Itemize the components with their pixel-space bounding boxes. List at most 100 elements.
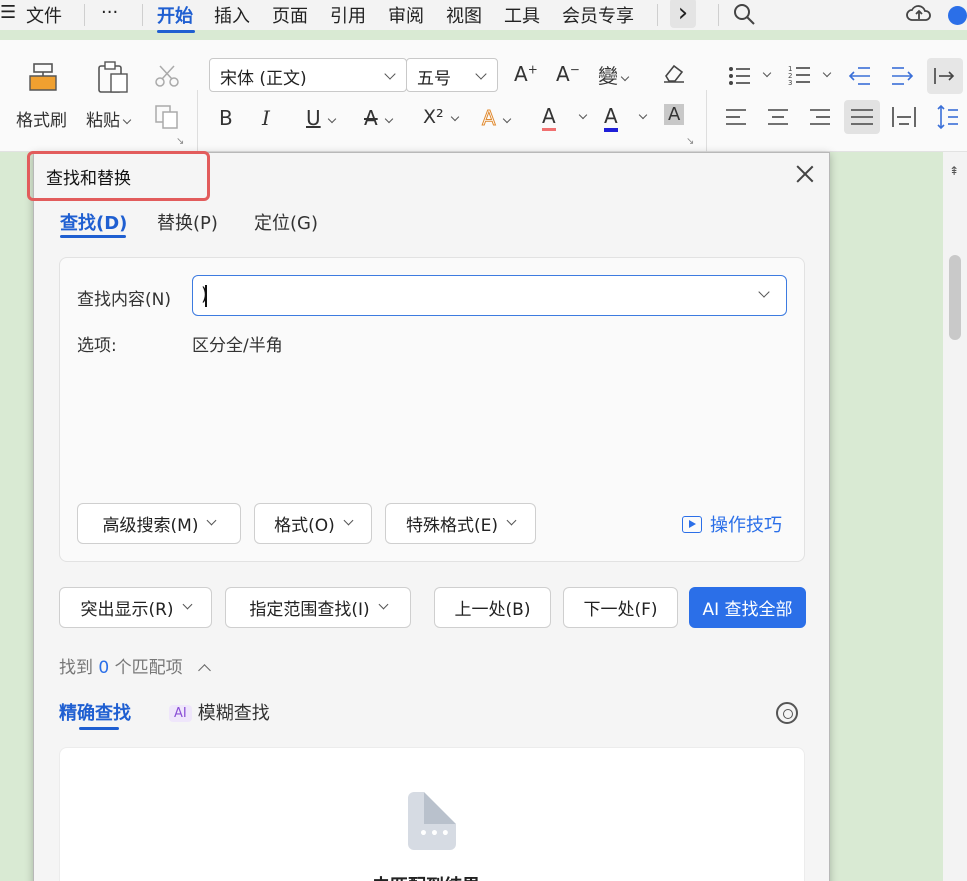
- chevron-down-icon[interactable]: [822, 68, 832, 78]
- menu-bar: ☰ 文件 ··· 开始 插入 页面 引用 审阅 视图 工具 会员专享 ›: [0, 0, 967, 33]
- highlight-glyph: A: [542, 104, 556, 128]
- increase-indent-icon[interactable]: [890, 66, 914, 86]
- tab-goto[interactable]: 定位(G): [254, 209, 318, 235]
- more-icon[interactable]: ···: [101, 2, 118, 23]
- text-effect-glyph: A: [482, 106, 497, 131]
- tab-exact-find[interactable]: 精确查找: [59, 699, 131, 725]
- options-value: 区分全/半角: [192, 336, 283, 356]
- tab-page[interactable]: 页面: [272, 2, 308, 28]
- format-painter-label[interactable]: 格式刷: [16, 106, 67, 131]
- tips-label: 操作技巧: [710, 515, 782, 536]
- match-count-suffix: 个匹配项: [114, 658, 183, 678]
- distribute-icon[interactable]: [892, 106, 916, 128]
- clear-format-icon[interactable]: [662, 62, 686, 84]
- chevron-down-icon: [506, 515, 517, 526]
- text-direction-button[interactable]: [927, 58, 963, 94]
- chevron-down-icon: [620, 72, 630, 82]
- font-name-select[interactable]: 宋体 (正文): [209, 58, 407, 92]
- highlight-button[interactable]: 突出显示(R): [59, 587, 212, 628]
- copy-icon[interactable]: [154, 104, 180, 130]
- menu-file[interactable]: 文件: [26, 2, 62, 28]
- tab-references[interactable]: 引用: [330, 2, 366, 28]
- font-name-value: 宋体 (正文): [220, 69, 307, 89]
- special-format-label: 特殊格式(E): [405, 516, 498, 536]
- svg-text:3: 3: [788, 79, 792, 86]
- text-effect-icon[interactable]: A: [482, 106, 511, 131]
- match-count-prefix: 找到: [59, 658, 93, 678]
- paste-label[interactable]: 粘贴: [86, 106, 132, 131]
- justify-button[interactable]: [844, 100, 880, 134]
- tips-link[interactable]: 操作技巧: [682, 511, 782, 537]
- tab-home[interactable]: 开始: [157, 2, 193, 28]
- find-next-button[interactable]: 下一处(F): [563, 587, 678, 628]
- chevron-down-icon: [207, 515, 217, 526]
- increase-font-icon[interactable]: A+: [514, 62, 538, 86]
- text-caret: [205, 285, 207, 307]
- clipboard-expand-icon[interactable]: ↘: [176, 136, 184, 147]
- chevron-down-icon[interactable]: [578, 110, 588, 120]
- phonetic-guide-icon[interactable]: 變: [598, 60, 630, 89]
- cut-icon[interactable]: [154, 64, 180, 88]
- tab-review[interactable]: 审阅: [388, 2, 424, 28]
- special-format-button[interactable]: 特殊格式(E): [385, 503, 536, 544]
- hamburger-icon[interactable]: ☰: [0, 2, 16, 23]
- strikethrough-icon[interactable]: A: [364, 106, 393, 130]
- gear-icon[interactable]: [776, 702, 798, 724]
- advanced-search-button[interactable]: 高级搜索(M): [77, 503, 241, 544]
- highlight-label: 突出显示(R): [80, 600, 174, 620]
- underline-glyph: U: [306, 106, 321, 130]
- chevron-down-icon: [378, 599, 389, 610]
- bold-icon[interactable]: B: [219, 106, 233, 130]
- chevron-down-icon: [502, 114, 511, 124]
- chevron-down-icon: [122, 115, 132, 125]
- align-right-icon[interactable]: [810, 108, 832, 126]
- character-shading-icon[interactable]: A: [664, 104, 685, 125]
- user-avatar[interactable]: [948, 6, 967, 25]
- superscript-glyph: X²: [423, 106, 444, 128]
- font-color-icon[interactable]: A: [604, 104, 618, 132]
- find-previous-button[interactable]: 上一处(B): [434, 587, 551, 628]
- italic-icon[interactable]: I: [262, 106, 270, 130]
- close-icon[interactable]: [794, 163, 816, 185]
- line-spacing-icon[interactable]: [936, 104, 960, 130]
- underline-icon[interactable]: U: [306, 106, 336, 130]
- font-expand-icon[interactable]: ↘: [686, 136, 694, 147]
- decrease-indent-icon[interactable]: [848, 66, 872, 86]
- cloud-upload-icon[interactable]: [906, 2, 932, 24]
- tab-member[interactable]: 会员专享: [562, 2, 634, 28]
- font-size-select[interactable]: 五号: [406, 58, 498, 92]
- find-all-button[interactable]: AI 查找全部: [689, 587, 806, 628]
- tab-insert[interactable]: 插入: [214, 2, 250, 28]
- numbered-list-icon[interactable]: 1 2 3: [788, 64, 812, 86]
- superscript-icon[interactable]: X²: [423, 106, 459, 128]
- chevron-down-icon[interactable]: [762, 68, 772, 78]
- paste-icon[interactable]: [96, 60, 130, 94]
- chevron-down-icon[interactable]: [758, 286, 770, 298]
- menu-separator: [718, 4, 719, 26]
- tab-fuzzy-find[interactable]: AI 模糊查找: [169, 699, 270, 725]
- decrease-font-icon[interactable]: A−: [556, 62, 580, 86]
- tab-view[interactable]: 视图: [446, 2, 482, 28]
- chevron-down-icon: [450, 112, 459, 122]
- tab-tools[interactable]: 工具: [504, 2, 540, 28]
- chevron-down-icon[interactable]: [638, 110, 648, 120]
- highlight-color-icon[interactable]: A: [542, 104, 556, 131]
- dialog-title: 查找和替换: [46, 169, 131, 189]
- search-icon[interactable]: [733, 3, 755, 25]
- scroll-thumb[interactable]: [949, 255, 961, 340]
- tab-find[interactable]: 查找(D): [60, 209, 127, 235]
- empty-document-icon: •••: [408, 792, 456, 850]
- range-find-button[interactable]: 指定范围查找(I): [225, 587, 411, 628]
- align-center-icon[interactable]: [768, 108, 790, 126]
- chevron-up-icon[interactable]: [198, 664, 211, 677]
- format-button[interactable]: 格式(O): [254, 503, 372, 544]
- tab-replace[interactable]: 替换(P): [157, 209, 218, 235]
- align-left-icon[interactable]: [726, 108, 748, 126]
- format-painter-icon[interactable]: [26, 62, 60, 94]
- find-content-label: 查找内容(N): [77, 290, 171, 310]
- active-subtab-underline: [79, 727, 119, 730]
- next-tabs-button[interactable]: ›: [670, 0, 696, 28]
- scroll-up-icon[interactable]: ⇞: [949, 164, 959, 178]
- find-content-input[interactable]: ): [192, 275, 787, 316]
- bullet-list-icon[interactable]: [728, 66, 752, 86]
